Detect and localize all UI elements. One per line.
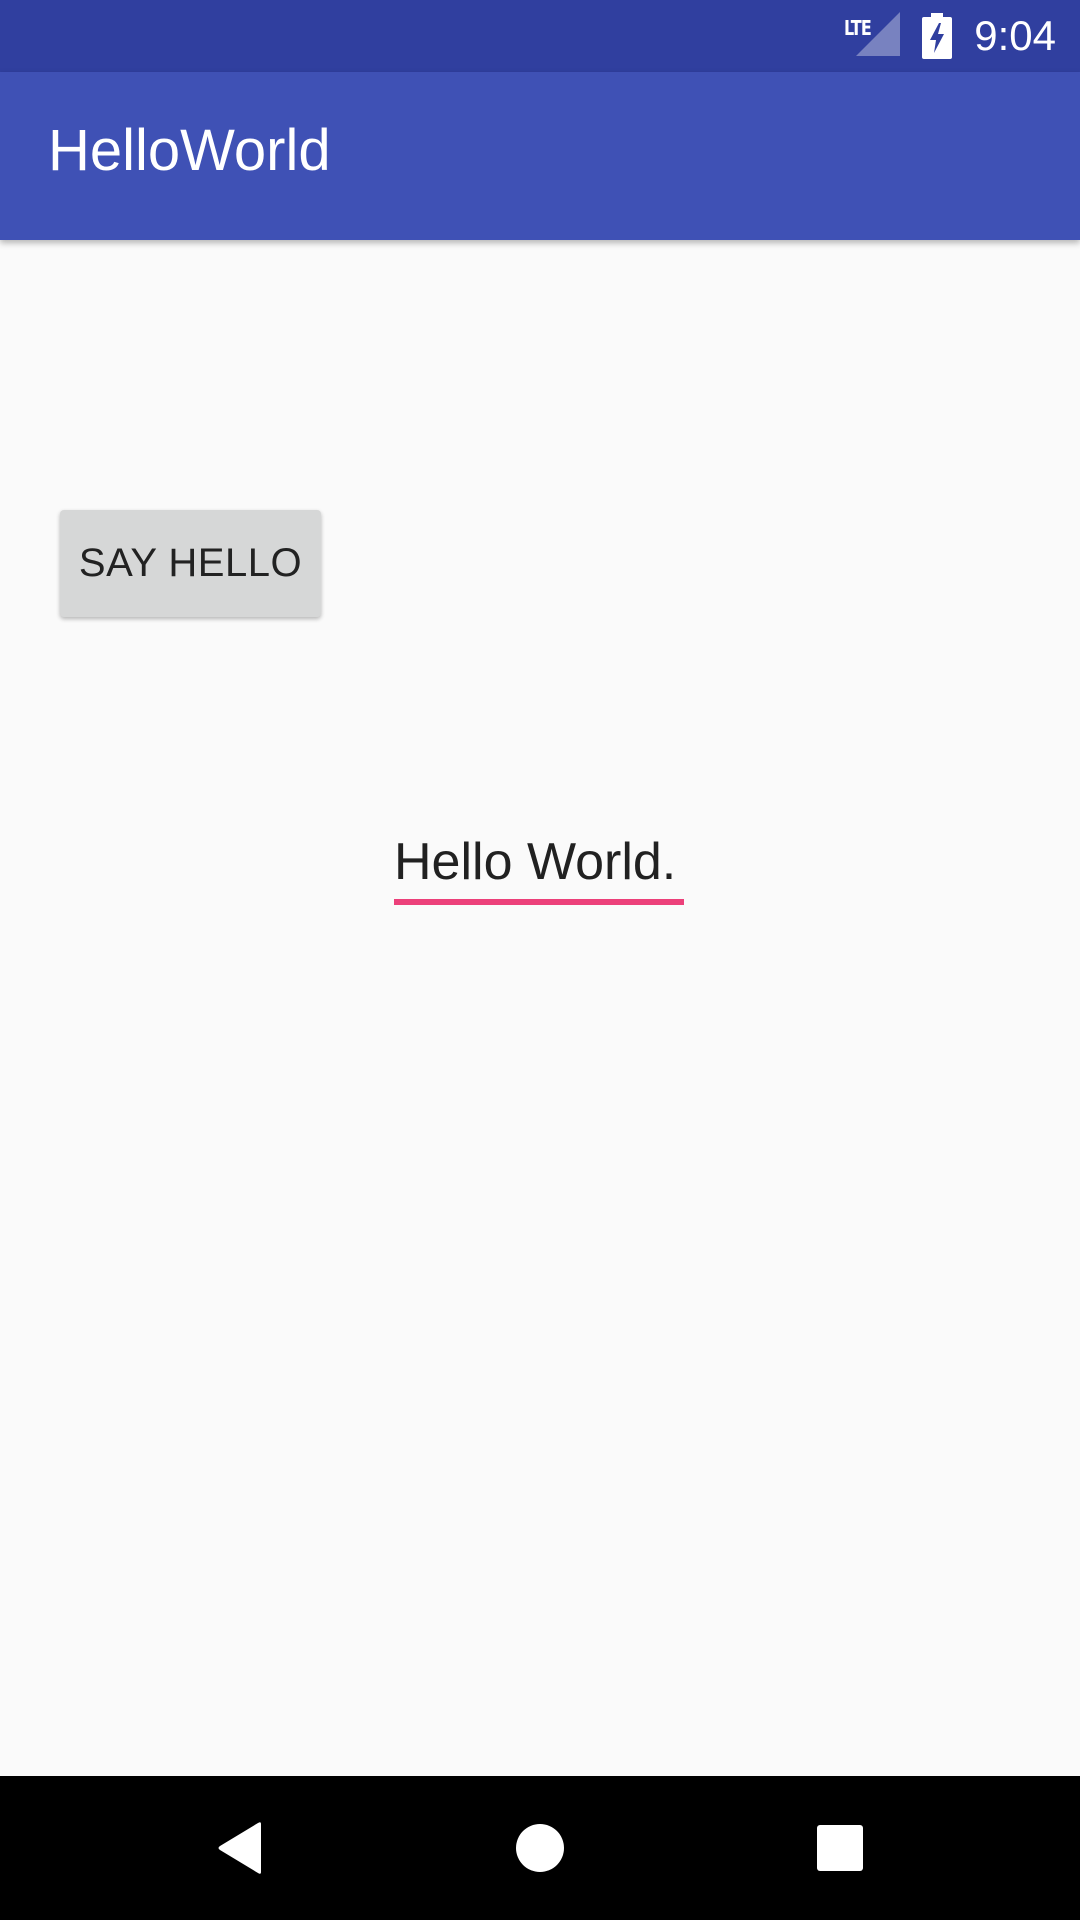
- recents-button[interactable]: [760, 1776, 920, 1920]
- status-bar: LTE 9:04: [0, 0, 1080, 72]
- back-icon: [218, 1822, 261, 1874]
- app-title: HelloWorld: [48, 118, 331, 183]
- home-icon: [516, 1824, 564, 1872]
- home-button[interactable]: [460, 1776, 620, 1920]
- lte-signal-icon: LTE: [844, 12, 901, 60]
- app-screen: LTE 9:04 HelloWorld SAY HELLO Hello Worl…: [0, 0, 1080, 1920]
- status-icons: LTE 9:04: [844, 0, 1056, 72]
- recents-icon: [817, 1825, 863, 1871]
- status-clock: 9:04: [974, 12, 1056, 59]
- hello-text-value[interactable]: Hello World.: [394, 836, 676, 888]
- navigation-bar: [0, 1776, 1080, 1920]
- battery-charging-icon: [922, 13, 953, 59]
- app-bar: HelloWorld: [0, 72, 1080, 240]
- text-field-underline: [394, 899, 684, 905]
- back-button[interactable]: [160, 1776, 320, 1920]
- network-type-label: LTE: [844, 16, 872, 40]
- hello-text-field[interactable]: Hello World.: [394, 826, 684, 906]
- say-hello-button[interactable]: SAY HELLO: [60, 510, 321, 617]
